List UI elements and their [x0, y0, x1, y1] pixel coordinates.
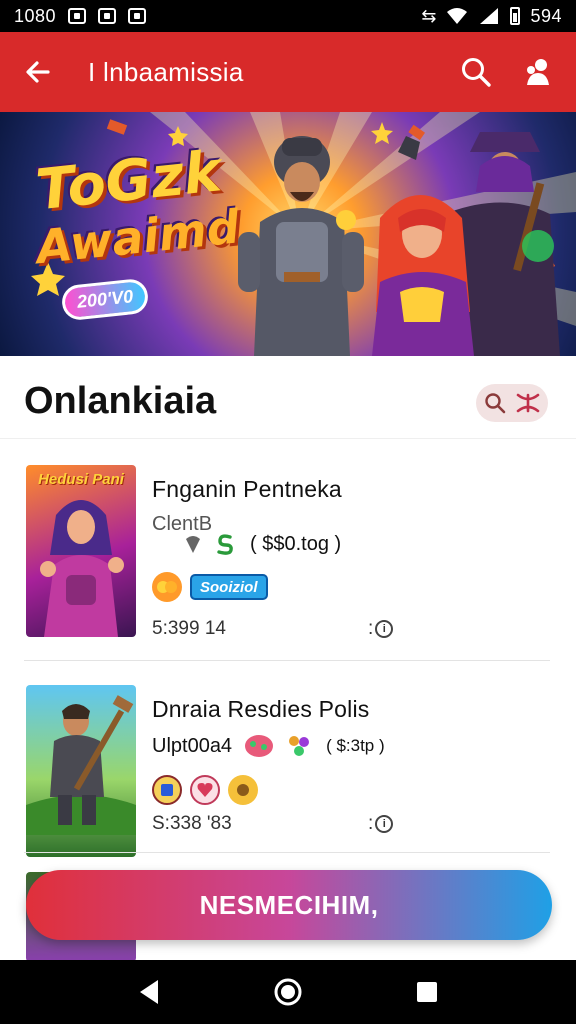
- app-bar: I lnbaamissia: [0, 32, 576, 112]
- info-button[interactable]: : i: [368, 618, 394, 640]
- nav-back-button[interactable]: [127, 970, 171, 1014]
- filter-icon: [516, 393, 539, 413]
- section-title: Onlankiaia: [24, 380, 217, 422]
- item-badge: Sooiziol: [190, 574, 268, 600]
- search-button[interactable]: [456, 52, 496, 92]
- currency-icon: [186, 536, 200, 553]
- battery-icon: [510, 7, 521, 25]
- divider: [24, 852, 550, 853]
- status-time: 1080: [14, 5, 57, 26]
- item-price: ( $:3tp ): [326, 736, 385, 755]
- info-icon: i: [375, 620, 394, 638]
- coin-badge-icon: [152, 572, 182, 602]
- hero-characters-illustration: [238, 132, 560, 356]
- warrior-illustration: [26, 695, 136, 835]
- status-right-text: 594: [530, 5, 562, 26]
- primary-cta-button[interactable]: NESMECIHIM,: [26, 870, 552, 940]
- wifi-icon: [447, 8, 468, 24]
- heart-badge-icon: [190, 775, 220, 805]
- cluster-icon: [289, 736, 310, 756]
- square-recents-icon: [416, 982, 437, 1002]
- item-meta: 5:399 14: [152, 618, 226, 639]
- filter-chip[interactable]: [476, 384, 548, 422]
- reward-badge-icon: [152, 775, 182, 805]
- arrow-left-icon: [26, 61, 50, 83]
- divider: [24, 660, 550, 661]
- gem-icon: [245, 735, 274, 757]
- info-button[interactable]: : i: [368, 813, 394, 835]
- search-icon: [485, 393, 506, 414]
- status-bar: 1080 ⇆ 594: [0, 0, 576, 32]
- item-title: Dnraia Resdies Polis: [152, 696, 370, 722]
- system-nav-bar: [0, 960, 576, 1024]
- item-meta: S:338 '83: [152, 813, 232, 834]
- search-icon: [462, 58, 491, 87]
- hero-banner[interactable]: ToGzk Awaimd 200'V0: [0, 112, 576, 356]
- back-button[interactable]: [18, 52, 58, 92]
- hero-logo: ToGzk Awaimd: [33, 139, 256, 274]
- nfc-icon: ⇆: [421, 5, 437, 26]
- item-price: ( $$0.tog ): [250, 532, 342, 555]
- notification-icon: [98, 8, 117, 24]
- nav-home-button[interactable]: [266, 970, 310, 1014]
- notification-icon: [128, 8, 147, 24]
- heroine-illustration: [40, 500, 124, 637]
- info-prefix: :: [368, 618, 374, 639]
- nav-recents-button[interactable]: [405, 970, 449, 1014]
- list-item[interactable]: Dnraia Resdies Polis Ulpt00a4 ( $:3tp ) …: [0, 680, 576, 870]
- signal-icon: [480, 8, 499, 24]
- info-prefix: :: [368, 813, 374, 834]
- game-thumbnail: [26, 685, 136, 857]
- item-title: Fnganin Pentneka: [152, 476, 342, 502]
- notification-icon: [68, 8, 87, 24]
- account-icon: [527, 59, 549, 85]
- coin-badge-icon: [228, 775, 258, 805]
- account-button[interactable]: [518, 52, 558, 92]
- triangle-back-icon: [140, 980, 159, 1004]
- dollar-icon: [217, 534, 233, 555]
- item-label: Ulpt00a4: [152, 734, 233, 757]
- game-thumbnail: Hedusi Pani: [26, 465, 136, 637]
- divider: [0, 438, 576, 439]
- list-item[interactable]: Hedusi Pani Fnganin Pentneka ClentB ( $$…: [0, 460, 576, 650]
- info-icon: i: [375, 815, 394, 833]
- page-title: I lnbaamissia: [88, 56, 244, 87]
- circle-home-icon: [274, 978, 302, 1006]
